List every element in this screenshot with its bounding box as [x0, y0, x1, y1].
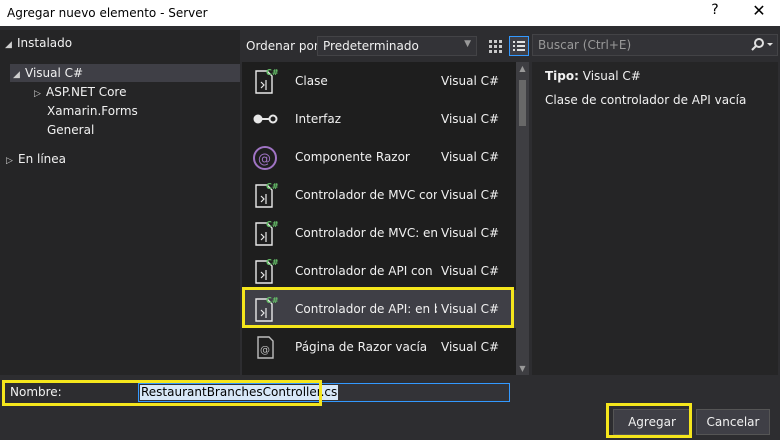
template-row[interactable]: C# Controlador de API con a… Visual C# [242, 252, 517, 290]
template-language: Visual C# [441, 112, 500, 126]
template-row[interactable]: @ Página de Razor vacía Visual C# [242, 328, 517, 366]
template-language: Visual C# [441, 226, 500, 240]
scrollbar-thumb[interactable] [519, 80, 526, 126]
grid-icon [489, 40, 502, 53]
template-name: Controlador de MVC: en… [295, 226, 437, 240]
tree-item-label: Instalado [17, 36, 73, 50]
collapsed-arrow-icon: ▷ [6, 156, 13, 166]
sort-label: Ordenar por: [246, 39, 323, 53]
search-button[interactable] [747, 35, 777, 55]
search-box[interactable]: Buscar (Ctrl+E) [532, 34, 778, 56]
template-name: Componente Razor [295, 150, 410, 164]
sort-bar: Ordenar por: Predeterminado ▼ [240, 30, 530, 60]
chevron-down-icon: ▼ [464, 39, 471, 49]
help-button[interactable]: ? [706, 2, 724, 22]
template-list: C# Clase Visual C# Interfaz Visual C# @ Co… [242, 62, 529, 375]
csharp-file-icon: C# [250, 256, 280, 286]
template-row[interactable]: Interfaz Visual C# [242, 100, 517, 138]
type-value: Visual C# [582, 69, 641, 83]
template-language: Visual C# [441, 188, 500, 202]
sort-value: Predeterminado [323, 39, 419, 53]
collapsed-arrow-icon: ▷ [34, 89, 41, 99]
highlight-box-name [2, 380, 322, 406]
template-row[interactable]: C# Clase Visual C# [242, 62, 517, 100]
tree-item-installed[interactable]: ◢ Instalado [5, 34, 235, 52]
svg-text:C#: C# [266, 68, 279, 77]
tree-item-xamarin-forms[interactable]: Xamarin.Forms [47, 102, 138, 120]
tree-item-general[interactable]: General [47, 121, 94, 139]
type-label: Tipo: [545, 69, 579, 83]
tree-item-online[interactable]: ▷ En línea [6, 150, 66, 168]
tree-item-label: General [47, 123, 95, 137]
search-input[interactable]: Buscar (Ctrl+E) [538, 38, 631, 52]
sort-dropdown[interactable]: Predeterminado ▼ [317, 36, 477, 56]
template-row[interactable]: @ Componente Razor Visual C# [242, 138, 517, 176]
razor-component-icon: @ [250, 142, 280, 172]
template-language: Visual C# [441, 264, 500, 278]
interface-icon [250, 104, 280, 134]
template-name: Página de Razor vacía [295, 340, 428, 354]
scroll-down-icon[interactable]: ▼ [516, 364, 529, 373]
tree-item-label: ASP.NET Core [46, 85, 127, 99]
template-row[interactable]: C# Controlador de MVC: en… Visual C# [242, 214, 517, 252]
template-name: Interfaz [295, 112, 342, 126]
highlight-box-selected-template [242, 287, 514, 328]
expanded-arrow-icon: ◢ [13, 70, 20, 80]
window-title: Agregar nuevo elemento - Server [7, 6, 208, 20]
csharp-file-icon: C# [250, 218, 280, 248]
cancel-button[interactable]: Cancelar [696, 409, 770, 435]
tree-item-aspnet-core[interactable]: ▷ ASP.NET Core [34, 83, 126, 101]
grid-view-button[interactable] [485, 36, 505, 56]
razor-page-icon: @ [250, 332, 280, 362]
expanded-arrow-icon: ◢ [5, 40, 12, 50]
template-language: Visual C# [441, 340, 500, 354]
csharp-file-icon: C# [250, 66, 280, 96]
detail-type: Tipo: Visual C# [545, 69, 641, 83]
template-list-scrollbar[interactable]: ▲ ▼ [516, 62, 529, 375]
template-row[interactable]: C# Controlador de MVC con… Visual C# [242, 176, 517, 214]
tree-item-label: Visual C# [25, 66, 84, 80]
list-view-button[interactable] [509, 36, 529, 56]
list-icon [513, 41, 525, 51]
close-button[interactable]: ✕ [746, 1, 772, 23]
search-icon [751, 38, 773, 51]
template-language: Visual C# [441, 74, 500, 88]
highlight-box-add [606, 403, 692, 438]
svg-text:C#: C# [266, 182, 279, 191]
tree-item-label: En línea [18, 152, 67, 166]
title-bar: Agregar nuevo elemento - Server ? ✕ [0, 0, 780, 26]
svg-text:@: @ [260, 345, 270, 356]
category-tree: ◢ Instalado ◢ Visual C# ▷ ASP.NET Core Xama… [0, 30, 240, 375]
detail-pane: Tipo: Visual C# Clase de controlador de … [532, 62, 778, 375]
template-name: Clase [295, 74, 328, 88]
svg-text:@: @ [258, 152, 271, 167]
template-name: Controlador de API con a… [295, 264, 437, 278]
svg-text:C#: C# [266, 258, 279, 267]
tree-item-visual-csharp[interactable]: ◢ Visual C# [10, 64, 240, 82]
template-name: Controlador de MVC con… [295, 188, 437, 202]
template-language: Visual C# [441, 150, 500, 164]
scroll-up-icon[interactable]: ▲ [516, 64, 529, 73]
tree-item-label: Xamarin.Forms [47, 104, 138, 118]
detail-description: Clase de controlador de API vacía [545, 93, 747, 107]
csharp-file-icon: C# [250, 180, 280, 210]
svg-text:C#: C# [266, 220, 279, 229]
